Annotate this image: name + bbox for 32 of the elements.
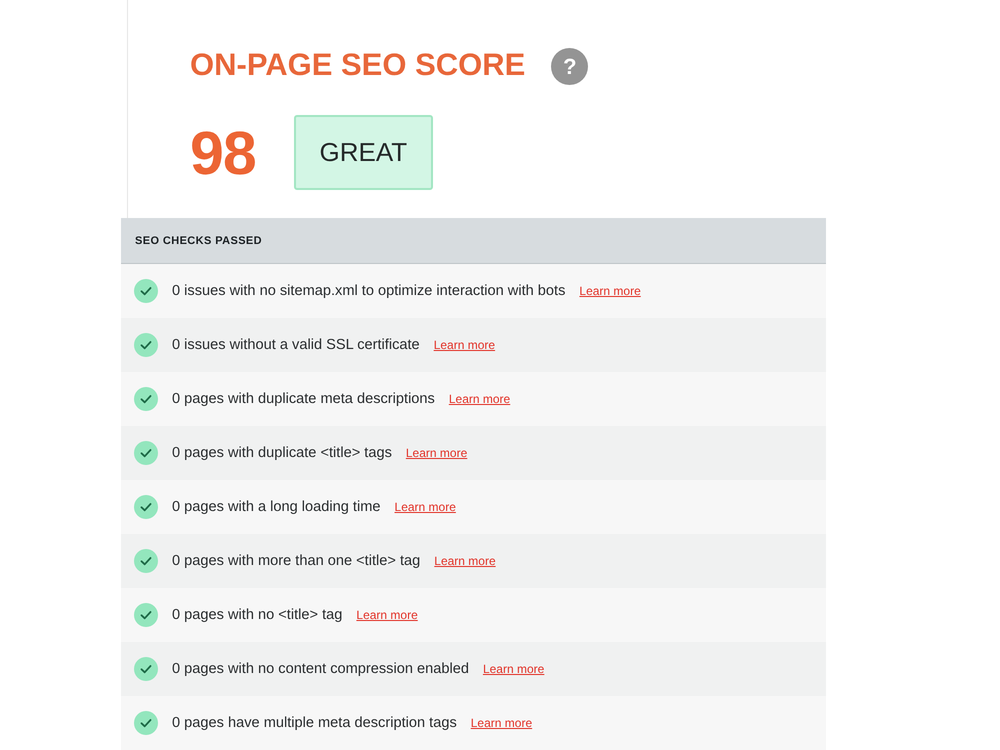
check-text: 0 pages with duplicate <title> tags bbox=[172, 445, 392, 461]
check-icon bbox=[134, 387, 158, 411]
check-text: 0 pages with more than one <title> tag bbox=[172, 553, 420, 569]
check-icon bbox=[134, 549, 158, 573]
check-icon bbox=[134, 333, 158, 357]
help-icon[interactable]: ? bbox=[551, 48, 588, 85]
check-icon bbox=[134, 711, 158, 735]
learn-more-link[interactable]: Learn more bbox=[470, 716, 532, 730]
learn-more-link[interactable]: Learn more bbox=[448, 392, 510, 406]
check-text: 0 issues with no sitemap.xml to optimize interaction with bots bbox=[172, 283, 566, 299]
learn-more-link[interactable]: Learn more bbox=[434, 338, 496, 352]
check-icon bbox=[134, 657, 158, 681]
learn-more-link[interactable]: Learn more bbox=[356, 608, 418, 622]
check-icon bbox=[134, 603, 158, 627]
learn-more-link[interactable]: Learn more bbox=[482, 662, 544, 676]
check-text: 0 pages with no <title> tag bbox=[172, 607, 342, 623]
check-icon bbox=[134, 279, 158, 303]
section-heading: SEO CHECKS PASSED bbox=[135, 234, 262, 246]
score-title: ON-PAGE SEO SCORE bbox=[190, 46, 526, 84]
learn-more-link[interactable]: Learn more bbox=[579, 284, 641, 298]
learn-more-link[interactable]: Learn more bbox=[406, 446, 468, 460]
check-text: 0 issues without a valid SSL certificate bbox=[172, 337, 420, 353]
check-icon bbox=[134, 495, 158, 519]
check-text: 0 pages with no content compression enabled bbox=[172, 661, 469, 677]
rating-badge: GREAT bbox=[294, 115, 433, 190]
check-text: 0 pages with duplicate meta descriptions bbox=[172, 391, 435, 407]
check-icon bbox=[134, 441, 158, 465]
learn-more-link[interactable]: Learn more bbox=[394, 500, 456, 514]
learn-more-link[interactable]: Learn more bbox=[434, 554, 496, 568]
score-value: 98 bbox=[190, 120, 256, 184]
check-text: 0 pages have multiple meta description tags bbox=[172, 715, 457, 731]
check-text: 0 pages with a long loading time bbox=[172, 499, 381, 515]
